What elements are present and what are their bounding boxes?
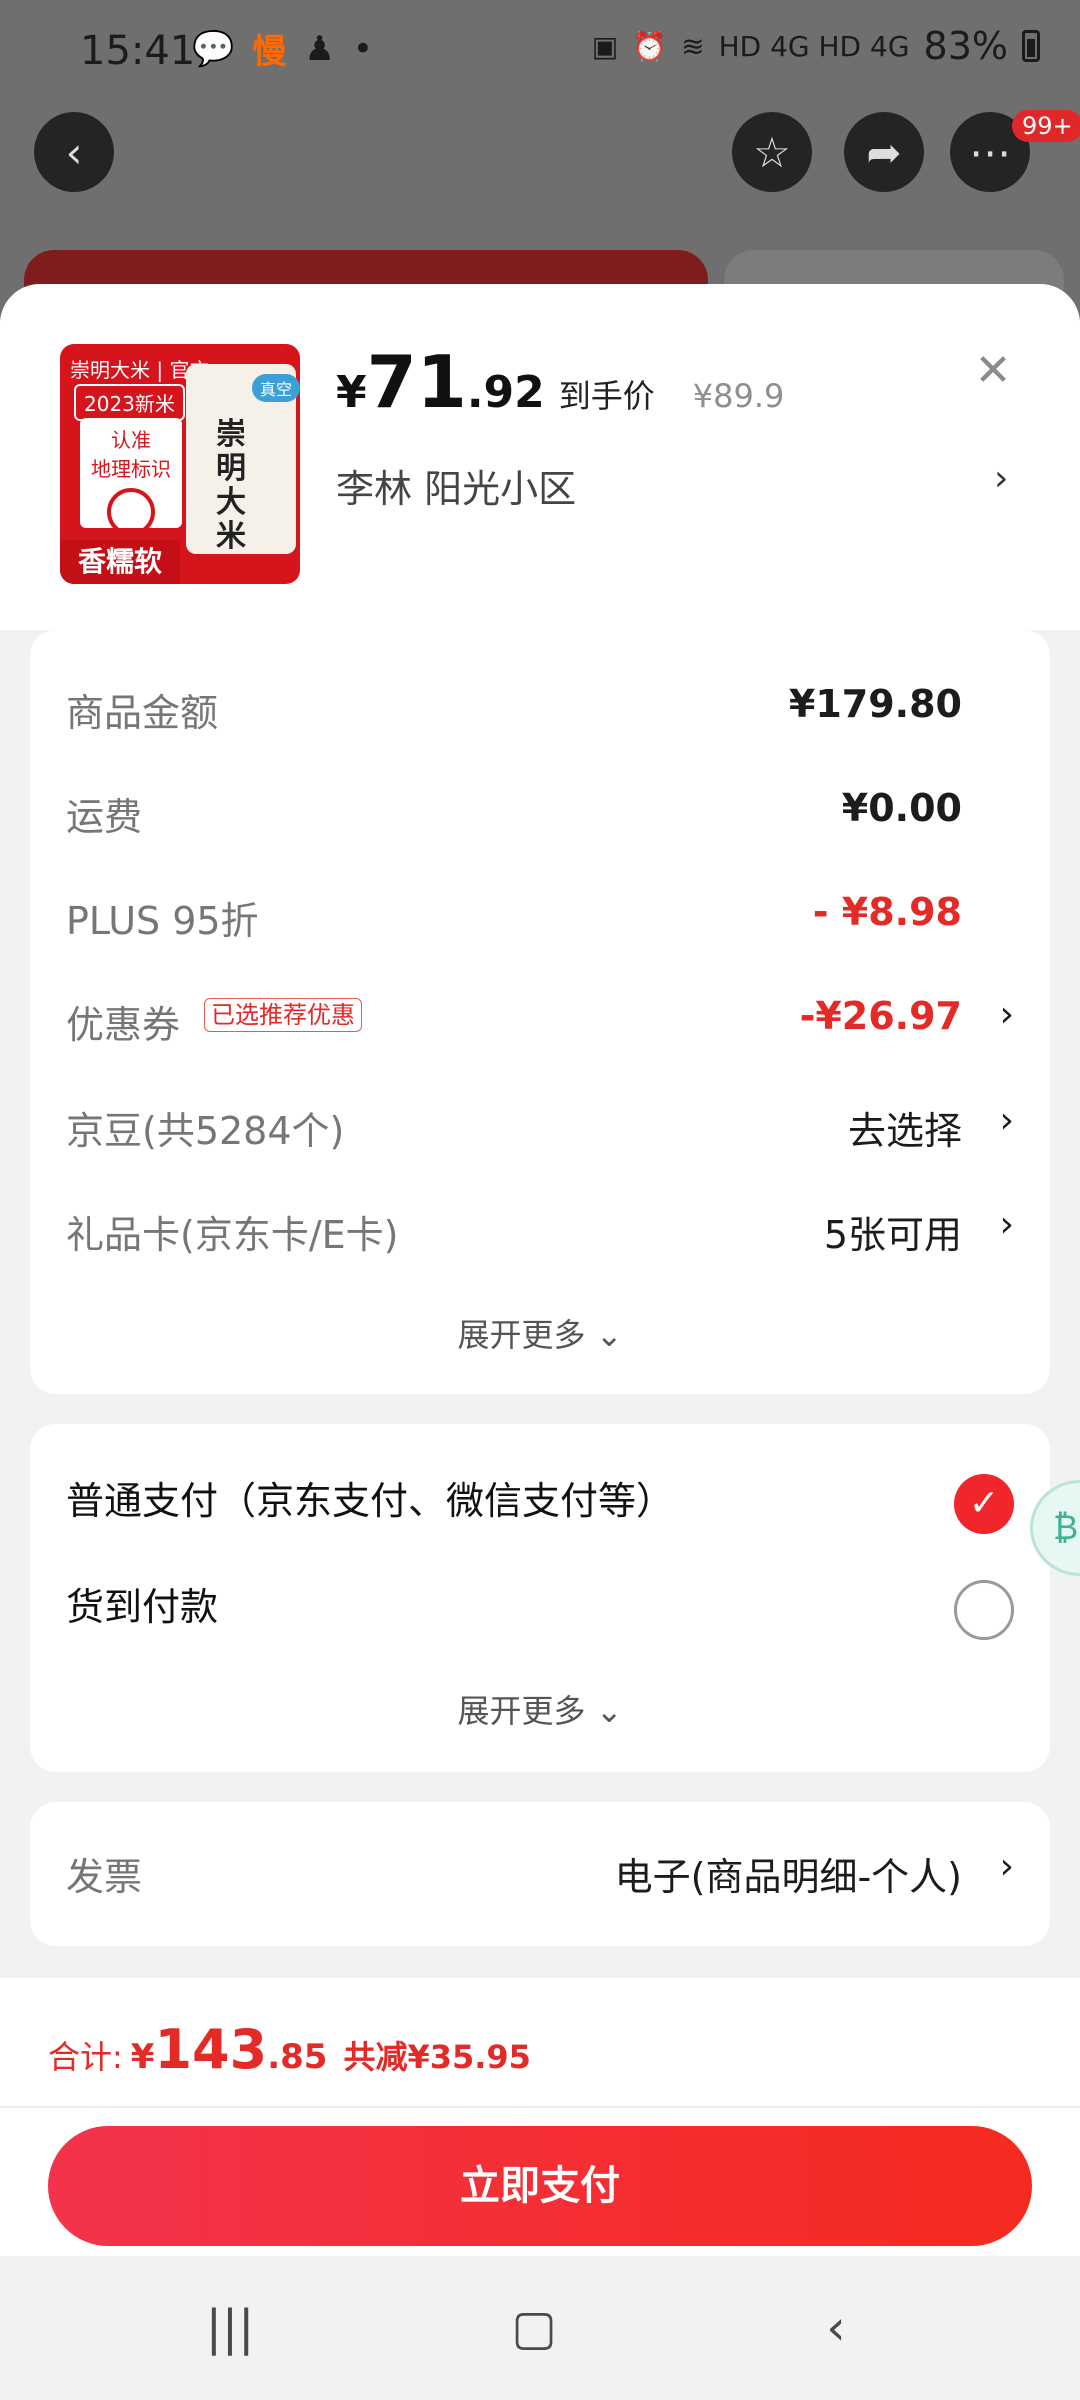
payment-option-label: 普通支付（京东支付、微信支付等） bbox=[66, 1479, 675, 1523]
total-label: 合计: bbox=[48, 2038, 123, 2076]
product-bag: 真空 崇明大米 bbox=[186, 364, 300, 554]
close-button[interactable]: ✕ bbox=[968, 346, 1018, 396]
checkout-sheet: 崇明大米 | 官方 2023新米 认准 地理标识 真空 崇明大米 香糯软 ¥ 7… bbox=[0, 284, 1080, 2254]
summary-label: 运费 bbox=[66, 795, 143, 839]
alarm-icon: ⏰ bbox=[632, 29, 668, 63]
system-nav-bar: ||| ▢ ‹ bbox=[0, 2256, 1080, 2400]
chevron-right-icon: › bbox=[999, 1100, 1014, 1141]
more-icon: ⋯ bbox=[969, 127, 1011, 177]
recent-apps-icon[interactable]: ||| bbox=[190, 2300, 270, 2360]
checkout-footer: 合计: ¥ 143 .85 共减¥35.95 立即支付 bbox=[0, 1978, 1080, 2256]
share-button[interactable]: ➦ bbox=[844, 112, 924, 192]
battery-icon bbox=[1022, 30, 1040, 62]
back-nav-icon[interactable]: ‹ bbox=[796, 2300, 876, 2360]
payment-option-online[interactable]: 普通支付（京东支付、微信支付等） ✓ bbox=[66, 1470, 1014, 1540]
footer-divider bbox=[0, 2106, 1080, 2108]
price-integer: 71 bbox=[366, 340, 467, 424]
invoice-row[interactable]: 发票 电子(商品明细-个人) › bbox=[66, 1846, 1014, 1906]
product-image-tag: 2023新米 bbox=[74, 384, 185, 421]
product-image: 崇明大米 | 官方 2023新米 认准 地理标识 真空 崇明大米 香糯软 bbox=[60, 344, 300, 584]
wallet-icon: ₿ bbox=[1053, 1508, 1079, 1548]
message-badge: 99+ bbox=[1012, 110, 1080, 142]
vibrate-icon: ▣ bbox=[591, 29, 619, 63]
chevron-right-icon: › bbox=[999, 1204, 1014, 1245]
payment-option-cod[interactable]: 货到付款 bbox=[66, 1576, 1014, 1646]
chevron-right-icon: › bbox=[999, 1846, 1014, 1887]
back-icon: ‹ bbox=[65, 127, 83, 177]
chevron-down-icon: ⌄ bbox=[595, 1692, 623, 1730]
invoice-value: 电子(商品明细-个人) bbox=[614, 1855, 962, 1899]
system-icons: ▣ ⏰ ≋ HD 4G HD 4G 83% bbox=[592, 24, 1040, 68]
radio-unchecked-icon[interactable] bbox=[954, 1580, 1014, 1640]
original-price: ¥89.9 bbox=[692, 377, 785, 415]
payment-option-label: 货到付款 bbox=[66, 1585, 219, 1629]
invoice-label: 发票 bbox=[66, 1855, 143, 1899]
invoice-card[interactable]: 发票 电子(商品明细-个人) › bbox=[30, 1802, 1050, 1946]
pay-now-button[interactable]: 立即支付 bbox=[48, 2126, 1032, 2246]
summary-label: PLUS 95折 bbox=[66, 899, 259, 943]
price-currency: ¥ bbox=[336, 367, 367, 418]
product-image-slogan: 香糯软 bbox=[60, 540, 180, 584]
product-bag-text: 崇明大米 bbox=[216, 417, 246, 554]
summary-label: 商品金额 bbox=[66, 691, 219, 735]
payment-method-card: 普通支付（京东支付、微信支付等） ✓ 货到付款 展开更多 ⌄ bbox=[30, 1424, 1050, 1772]
product-image-geo-text: 认准 地理标识 bbox=[91, 428, 171, 481]
summary-row-coupon[interactable]: 优惠券 已选推荐优惠 -¥26.97 › bbox=[66, 994, 1014, 1054]
status-time: 15:41 bbox=[80, 28, 196, 74]
star-icon: ☆ bbox=[753, 127, 791, 177]
gi-seal-icon bbox=[107, 488, 155, 536]
dot-icon: • bbox=[352, 28, 373, 69]
chevron-right-icon[interactable]: › bbox=[994, 458, 1008, 499]
summary-row-giftcard[interactable]: 礼品卡(京东卡/E卡) 5张可用 › bbox=[66, 1204, 1014, 1264]
total-decimal: .85 bbox=[267, 2037, 328, 2077]
wifi-icon: ≋ bbox=[681, 29, 705, 63]
summary-value: ¥179.80 bbox=[788, 682, 962, 726]
wechat-icon: 💬 bbox=[192, 28, 235, 69]
product-header: 崇明大米 | 官方 2023新米 认准 地理标识 真空 崇明大米 香糯软 ¥ 7… bbox=[0, 284, 1080, 630]
checkmark-icon[interactable]: ✓ bbox=[954, 1474, 1014, 1534]
price-label: 到手价 bbox=[558, 377, 655, 415]
chevron-right-icon: › bbox=[999, 994, 1014, 1035]
network-label: HD 4G HD 4G bbox=[718, 29, 910, 63]
close-icon: ✕ bbox=[974, 345, 1012, 396]
summary-label: 礼品卡(京东卡/E卡) bbox=[66, 1213, 399, 1257]
summary-row-plus: PLUS 95折 - ¥8.98 bbox=[66, 890, 1014, 950]
summary-value: - ¥8.98 bbox=[812, 890, 962, 934]
total-currency: ¥ bbox=[130, 2037, 155, 2077]
product-vacuum-badge: 真空 bbox=[251, 374, 300, 402]
order-summary-card: 商品金额 ¥179.80 运费 ¥0.00 PLUS 95折 - ¥8.98 优… bbox=[30, 630, 1050, 1394]
coupon-tag: 已选推荐优惠 bbox=[204, 998, 362, 1032]
expand-more-payment[interactable]: 展开更多 ⌄ bbox=[30, 1686, 1050, 1732]
product-image-geo: 认准 地理标识 bbox=[80, 418, 182, 536]
chevron-down-icon: ⌄ bbox=[595, 1316, 623, 1354]
summary-value: 5张可用 bbox=[823, 1213, 962, 1257]
expand-label: 展开更多 bbox=[457, 1692, 586, 1730]
expand-more-summary[interactable]: 展开更多 ⌄ bbox=[30, 1310, 1050, 1356]
favorite-button[interactable]: ☆ bbox=[732, 112, 812, 192]
summary-value: 去选择 bbox=[847, 1109, 962, 1153]
summary-value: -¥26.97 bbox=[799, 994, 962, 1038]
summary-row-jingdou[interactable]: 京豆(共5284个) 去选择 › bbox=[66, 1100, 1014, 1160]
summary-value: ¥0.00 bbox=[841, 786, 962, 830]
home-icon[interactable]: ▢ bbox=[494, 2300, 574, 2360]
status-bar: 15:41 💬 慢 ♟ • ▣ ⏰ ≋ HD 4G HD 4G 83% bbox=[0, 0, 1080, 100]
price-row: ¥ 71 .92 到手价 ¥89.9 bbox=[336, 340, 784, 424]
total-savings: 共减¥35.95 bbox=[343, 2038, 531, 2076]
summary-row-goods: 商品金额 ¥179.80 bbox=[66, 682, 1014, 742]
summary-row-shipping: 运费 ¥0.00 bbox=[66, 786, 1014, 846]
share-icon: ➦ bbox=[866, 127, 902, 177]
back-button[interactable]: ‹ bbox=[34, 112, 114, 192]
order-total: 合计: ¥ 143 .85 共减¥35.95 bbox=[48, 2018, 531, 2081]
figure-icon: ♟ bbox=[304, 28, 335, 69]
total-integer: 143 bbox=[154, 2018, 268, 2081]
notification-icons: 💬 慢 ♟ • bbox=[192, 24, 373, 73]
expand-label: 展开更多 bbox=[457, 1316, 586, 1354]
price-decimal: .92 bbox=[466, 367, 545, 418]
summary-label: 优惠券 bbox=[66, 1003, 181, 1047]
address[interactable]: 李林 阳光小区 bbox=[336, 458, 576, 513]
app-notification-icon: 慢 bbox=[252, 32, 287, 72]
summary-label: 京豆(共5284个) bbox=[66, 1109, 345, 1153]
battery-percent: 83% bbox=[923, 24, 1008, 68]
